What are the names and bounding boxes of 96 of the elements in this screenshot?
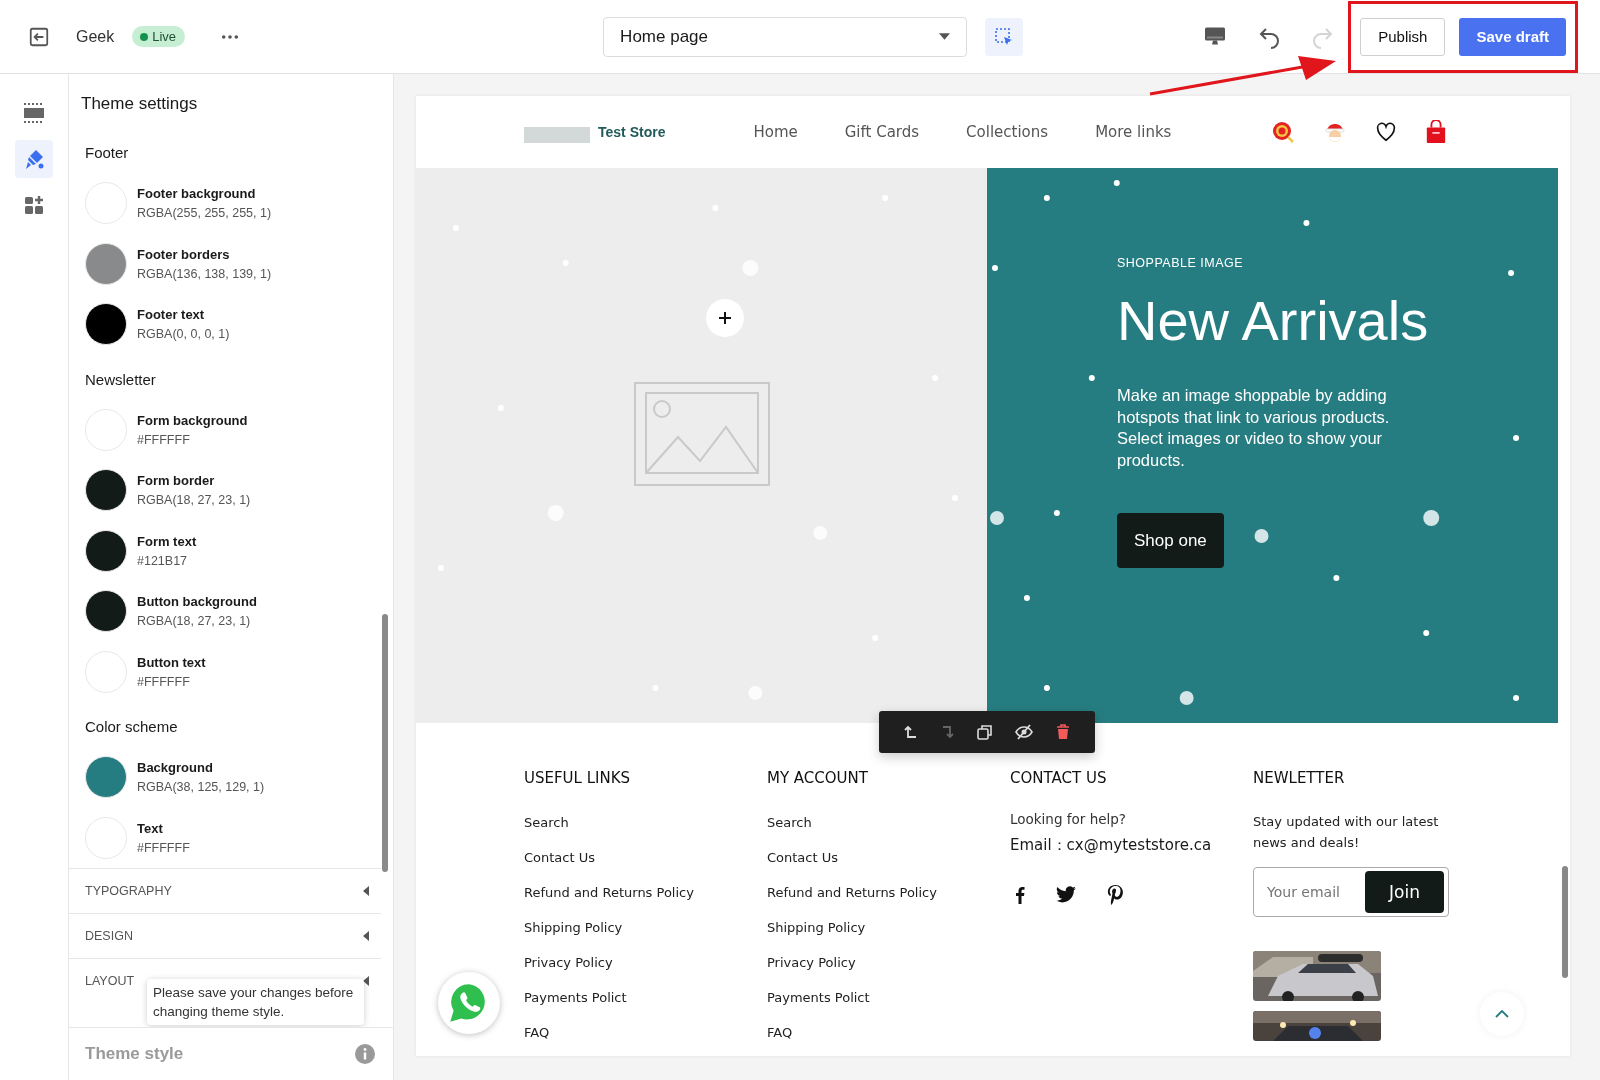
footer-link[interactable]: Shipping Policy [524, 920, 623, 955]
footer-link[interactable]: FAQ [767, 1025, 793, 1056]
hero-eyebrow: SHOPPABLE IMAGE [1117, 256, 1244, 270]
publish-button[interactable]: Publish [1360, 17, 1446, 56]
caret-icon [363, 931, 369, 941]
desktop-icon[interactable] [1204, 26, 1227, 47]
color-swatch[interactable] [85, 469, 127, 512]
chevron-up-icon [1495, 1010, 1509, 1018]
caret-icon [939, 33, 951, 40]
group-title: Color scheme [84, 717, 179, 737]
setting-label: Form text [137, 533, 197, 549]
setting-value: #121B17 [137, 553, 189, 568]
setting-value: RGBA(18, 27, 23, 1) [137, 493, 251, 508]
nav-link[interactable]: More links [1095, 123, 1172, 141]
hero-title: New Arrivals [1117, 288, 1429, 353]
footer-link[interactable]: Shipping Policy [767, 920, 866, 955]
setting-label: Button text [137, 654, 206, 670]
footer-link[interactable]: Privacy Policy [767, 955, 856, 990]
footer-link[interactable]: Contact Us [524, 850, 595, 885]
footer-link[interactable]: Search [767, 815, 812, 850]
setting-label: Footer background [137, 186, 257, 202]
hero-text: Make an image shoppable by adding hotspots that link to various products. Select images or video to show your products. [1117, 385, 1391, 471]
add-hotspot-button[interactable] [706, 299, 744, 337]
setting-value: #FFFFFF [137, 840, 190, 855]
panel-title: Theme settings [80, 93, 199, 115]
footer-heading: MY ACCOUNT [767, 769, 868, 787]
live-badge: Live [132, 26, 186, 47]
color-swatch[interactable] [85, 756, 127, 799]
footer-link[interactable]: Contact Us [767, 850, 838, 885]
color-swatch[interactable] [85, 590, 127, 633]
join-button[interactable]: Join [1365, 871, 1444, 913]
shop-button[interactable]: Shop one [1117, 513, 1224, 568]
theme-brush-icon[interactable] [15, 140, 53, 178]
page-select[interactable]: Home page [603, 16, 968, 57]
footer-heading: CONTACT US [1010, 769, 1107, 787]
heart-icon[interactable] [1375, 121, 1398, 143]
setting-label: Footer text [137, 307, 206, 323]
setting-label: Footer borders [137, 246, 231, 262]
nav-link[interactable]: Home [753, 123, 798, 141]
more-icon[interactable] [221, 33, 240, 40]
caret-icon [363, 886, 369, 896]
section-row[interactable]: DESIGN [69, 913, 381, 958]
footer-link[interactable]: Search [524, 815, 569, 850]
select-tool-button[interactable] [985, 17, 1024, 56]
color-swatch[interactable] [85, 242, 127, 285]
setting-value: #FFFFFF [137, 432, 191, 447]
plus-icon [718, 311, 732, 325]
footer-heading: NEWLETTER [1253, 769, 1345, 787]
move-up-icon[interactable] [904, 724, 919, 740]
tooltip: Please save your changes before changing theme style. [147, 979, 364, 1025]
hide-icon[interactable] [1015, 724, 1034, 740]
setting-label: Button background [137, 594, 257, 610]
footer-link[interactable]: Payments Polict [767, 990, 870, 1025]
setting-label: Background [137, 760, 214, 776]
email-field[interactable]: Your email [1258, 884, 1365, 900]
footer-link[interactable]: FAQ [524, 1025, 550, 1056]
delete-icon[interactable] [1055, 724, 1070, 740]
color-swatch[interactable] [85, 529, 127, 572]
setting-value: RGBA(255, 255, 255, 1) [137, 206, 272, 221]
lollipop-icon[interactable] [1271, 120, 1296, 144]
footer-heading: USEFUL LINKS [524, 769, 631, 787]
store-name[interactable]: Test Store [598, 124, 666, 140]
info-icon[interactable] [355, 1044, 375, 1064]
nav-link[interactable]: Gift Cards [844, 123, 920, 141]
setting-value: #FFFFFF [137, 674, 191, 689]
duplicate-icon[interactable] [976, 724, 993, 740]
color-swatch[interactable] [85, 303, 127, 346]
help-text: Looking for help? [1010, 811, 1126, 827]
setting-label: Text [137, 820, 164, 836]
caret-icon [363, 976, 369, 986]
image-placeholder-icon [634, 382, 770, 486]
setting-value: RGBA(38, 125, 129, 1) [137, 780, 265, 795]
twitter-icon[interactable] [1055, 886, 1077, 904]
setting-label: Form background [137, 412, 248, 428]
nav-link[interactable]: Collections [966, 123, 1049, 141]
move-down-icon[interactable] [940, 724, 955, 740]
exit-icon[interactable] [28, 25, 50, 48]
footer-link[interactable]: Privacy Policy [524, 955, 613, 990]
facebook-icon[interactable] [1015, 886, 1025, 904]
setting-value: RGBA(18, 27, 23, 1) [137, 614, 252, 629]
group-title: Footer [84, 143, 130, 163]
theme-style-label: Theme style [85, 1044, 184, 1064]
save-draft-button[interactable]: Save draft [1459, 17, 1566, 56]
footer-link[interactable]: Refund and Returns Policy [524, 885, 694, 920]
setting-value: RGBA(136, 138, 139, 1) [137, 266, 272, 281]
newsletter-text: Stay updated with our latest news and deals! [1253, 813, 1440, 852]
theme-name: Geek [76, 27, 115, 46]
shopping-bag-icon[interactable] [1425, 120, 1448, 144]
group-title: Newsletter [84, 369, 157, 390]
footer-link[interactable]: Refund and Returns Policy [767, 885, 937, 920]
setting-label: Form border [137, 473, 216, 489]
footer-link[interactable]: Payments Polict [524, 990, 627, 1025]
pinterest-icon[interactable] [1107, 885, 1123, 905]
setting-value: RGBA(0, 0, 0, 1) [137, 327, 230, 342]
section-row[interactable]: TYPOGRAPHY [69, 868, 381, 913]
email-text: Email：cx@myteststore.ca [1010, 836, 1212, 855]
